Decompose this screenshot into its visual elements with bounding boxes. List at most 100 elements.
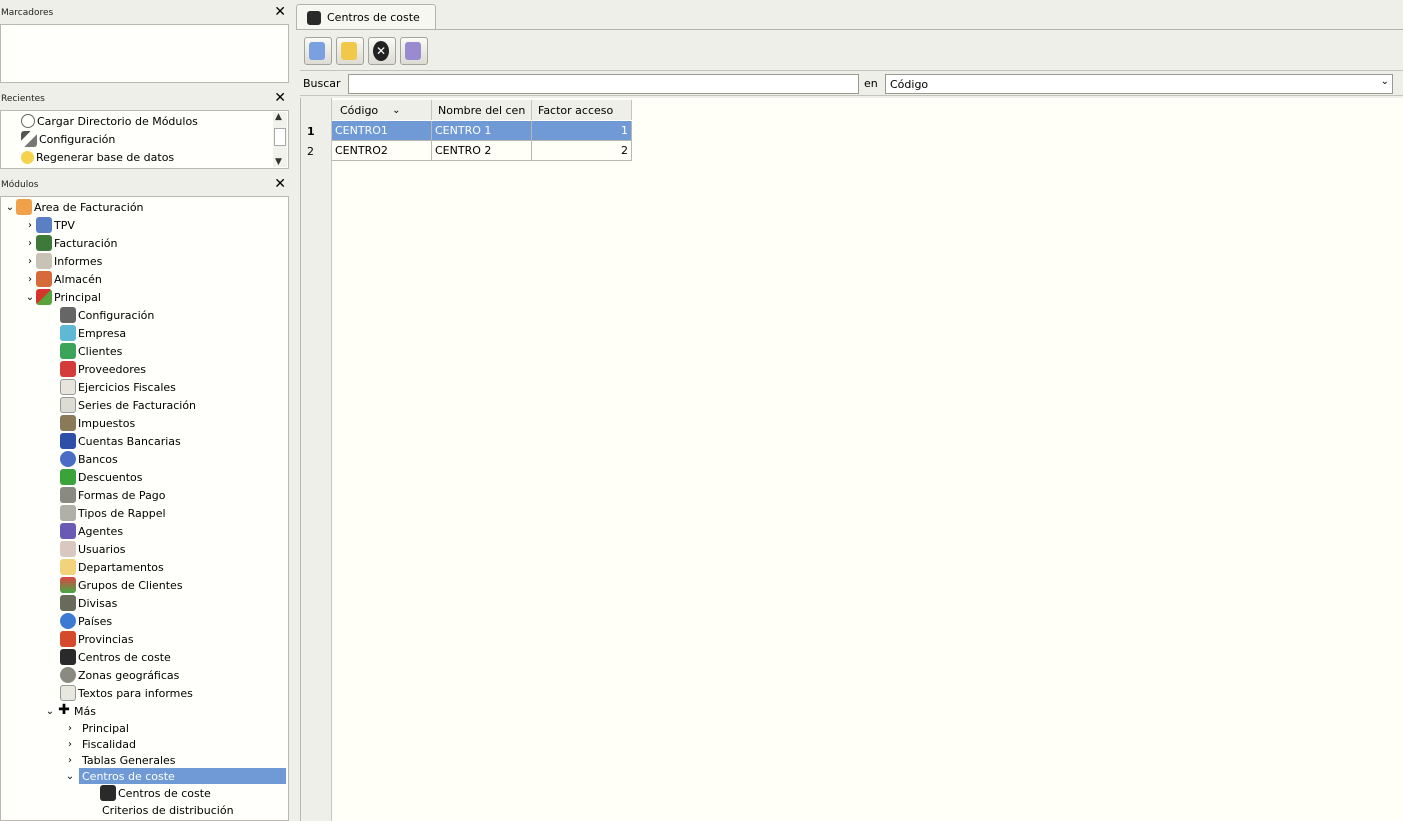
tree-item-grupos-clientes[interactable]: Grupos de Clientes xyxy=(60,576,183,594)
recent-item-regenerate-db[interactable]: Regenerar base de datos xyxy=(21,148,174,166)
modules-title: Módulos ✕ xyxy=(1,176,286,192)
row-header-column xyxy=(301,98,332,821)
cubes-icon xyxy=(36,289,52,305)
chevron-down-icon[interactable]: ⌄ xyxy=(1381,76,1389,87)
chevron-right-icon[interactable]: › xyxy=(24,238,36,249)
scroll-down-icon[interactable]: ▼ xyxy=(275,157,282,167)
new-record-button[interactable] xyxy=(304,37,332,65)
wrench-icon xyxy=(60,307,76,323)
left-dock: Marcadores ✕ Recientes ✕ Cargar Director… xyxy=(0,0,291,821)
company-icon xyxy=(60,325,76,341)
chevron-down-icon[interactable]: ⌄ xyxy=(44,706,56,717)
close-icon[interactable]: ✕ xyxy=(274,5,286,19)
column-header-codigo[interactable]: Código ⌄ xyxy=(332,100,432,120)
table-cell-codigo[interactable]: CENTRO1 xyxy=(332,121,432,141)
tree-item-agentes[interactable]: Agentes xyxy=(60,522,123,540)
tree-item-series-facturacion[interactable]: Series de Facturación xyxy=(60,396,196,414)
scroll-up-icon[interactable]: ▲ xyxy=(275,112,282,122)
wrench-icon xyxy=(21,131,37,147)
row-number[interactable]: 2 xyxy=(301,141,331,161)
search-field-select[interactable]: Código ⌄ xyxy=(885,74,1393,94)
recent-scrollbar[interactable]: ▲ ▼ xyxy=(273,112,287,167)
tree-item-zonas-geograficas[interactable]: Zonas geográficas xyxy=(60,666,179,684)
table-cell-factor[interactable]: 2 xyxy=(532,141,632,161)
column-header-nombre[interactable]: Nombre del cen xyxy=(432,100,532,120)
tab-centros-coste[interactable]: Centros de coste xyxy=(296,4,436,30)
tree-item-descuentos[interactable]: Descuentos xyxy=(60,468,143,486)
tree-item-centros-coste[interactable]: Centros de coste xyxy=(60,648,171,666)
calendar-icon xyxy=(60,379,76,395)
tree-item-configuracion[interactable]: Configuración xyxy=(60,306,154,324)
close-icon[interactable]: ✕ xyxy=(274,91,286,105)
province-icon xyxy=(60,631,76,647)
tree-item-divisas[interactable]: Divisas xyxy=(60,594,117,612)
computer-icon xyxy=(307,10,321,25)
tree-item-ejercicios-fiscales[interactable]: Ejercicios Fiscales xyxy=(60,378,176,396)
search-label: Buscar xyxy=(303,77,341,90)
tree-item-departamentos[interactable]: Departamentos xyxy=(60,558,164,576)
user-icon xyxy=(60,541,76,557)
text-icon xyxy=(60,685,76,701)
bank-icon xyxy=(60,451,76,467)
tree-group-principal[interactable]: ⌄ Principal xyxy=(24,288,101,306)
discount-icon xyxy=(60,469,76,485)
chevron-down-icon[interactable]: ⌄ xyxy=(64,771,76,782)
delete-record-button[interactable]: ✕ xyxy=(368,37,396,65)
tree-group-almacen[interactable]: › Almacén xyxy=(24,270,102,288)
customer-groups-icon xyxy=(60,577,76,593)
tree-item-bancos[interactable]: Bancos xyxy=(60,450,118,468)
tree-root-area-facturacion[interactable]: ⌄ Area de Facturación xyxy=(4,198,144,216)
chevron-down-icon[interactable]: ⌄ xyxy=(24,292,36,303)
chevron-right-icon[interactable]: › xyxy=(64,723,76,734)
chevron-right-icon[interactable]: › xyxy=(64,739,76,750)
new-icon xyxy=(309,42,325,60)
rappel-icon xyxy=(60,505,76,521)
modules-tree: ⌄ Area de Facturación › TPV › Facturació… xyxy=(0,196,289,821)
chevron-right-icon[interactable]: › xyxy=(64,755,76,766)
tree-cc-criterios-distribucion[interactable]: Criterios de distribución xyxy=(102,801,234,819)
tree-item-clientes[interactable]: Clientes xyxy=(60,342,122,360)
scroll-thumb[interactable] xyxy=(274,128,286,146)
chevron-right-icon[interactable]: › xyxy=(24,274,36,285)
column-header-factor[interactable]: Factor acceso xyxy=(532,100,632,120)
chevron-right-icon[interactable]: › xyxy=(24,256,36,267)
database-icon xyxy=(21,150,34,164)
search-bar: Buscar en Código ⌄ xyxy=(300,70,1403,96)
tree-item-usuarios[interactable]: Usuarios xyxy=(60,540,126,558)
tree-group-tpv[interactable]: › TPV xyxy=(24,216,75,234)
tree-item-proveedores[interactable]: Proveedores xyxy=(60,360,146,378)
table-cell-codigo[interactable]: CENTRO2 xyxy=(332,141,432,161)
boxes-icon xyxy=(36,271,52,287)
tree-cc-centros-coste[interactable]: Centros de coste xyxy=(100,784,211,802)
tree-item-paises[interactable]: Países xyxy=(60,612,112,630)
tree-mas-centros-coste[interactable]: ⌄ Centros de coste xyxy=(64,767,288,785)
edit-record-button[interactable] xyxy=(336,37,364,65)
tree-item-provincias[interactable]: Provincias xyxy=(60,630,134,648)
agents-icon xyxy=(60,523,76,539)
table-cell-nombre[interactable]: CENTRO 1 xyxy=(432,121,532,141)
table-cell-nombre[interactable]: CENTRO 2 xyxy=(432,141,532,161)
report-button[interactable] xyxy=(400,37,428,65)
zones-icon xyxy=(60,667,76,683)
tree-item-impuestos[interactable]: Impuestos xyxy=(60,414,135,432)
table-cell-factor[interactable]: 1 xyxy=(532,121,632,141)
close-icon[interactable]: ✕ xyxy=(274,177,286,191)
tree-item-textos-informes[interactable]: Textos para informes xyxy=(60,684,193,702)
recent-item-load-modules[interactable]: Cargar Directorio de Módulos xyxy=(21,112,198,130)
chevron-down-icon[interactable]: ⌄ xyxy=(4,202,16,213)
tree-group-facturacion[interactable]: › Facturación xyxy=(24,234,117,252)
recent-item-config[interactable]: Configuración xyxy=(21,130,115,148)
department-icon xyxy=(60,559,76,575)
tree-group-informes[interactable]: › Informes xyxy=(24,252,102,270)
tree-item-mas[interactable]: ⌄ ✚ Más xyxy=(44,702,96,720)
row-number[interactable]: 1 xyxy=(301,121,331,141)
computer-icon xyxy=(60,649,76,665)
tree-item-tipos-rappel[interactable]: Tipos de Rappel xyxy=(60,504,166,522)
chevron-right-icon[interactable]: › xyxy=(24,220,36,231)
edit-icon xyxy=(341,42,357,60)
tree-item-cuentas-bancarias[interactable]: Cuentas Bancarias xyxy=(60,432,181,450)
tree-item-empresa[interactable]: Empresa xyxy=(60,324,126,342)
payment-icon xyxy=(60,487,76,503)
tree-item-formas-pago[interactable]: Formas de Pago xyxy=(60,486,166,504)
search-input[interactable] xyxy=(348,74,859,94)
